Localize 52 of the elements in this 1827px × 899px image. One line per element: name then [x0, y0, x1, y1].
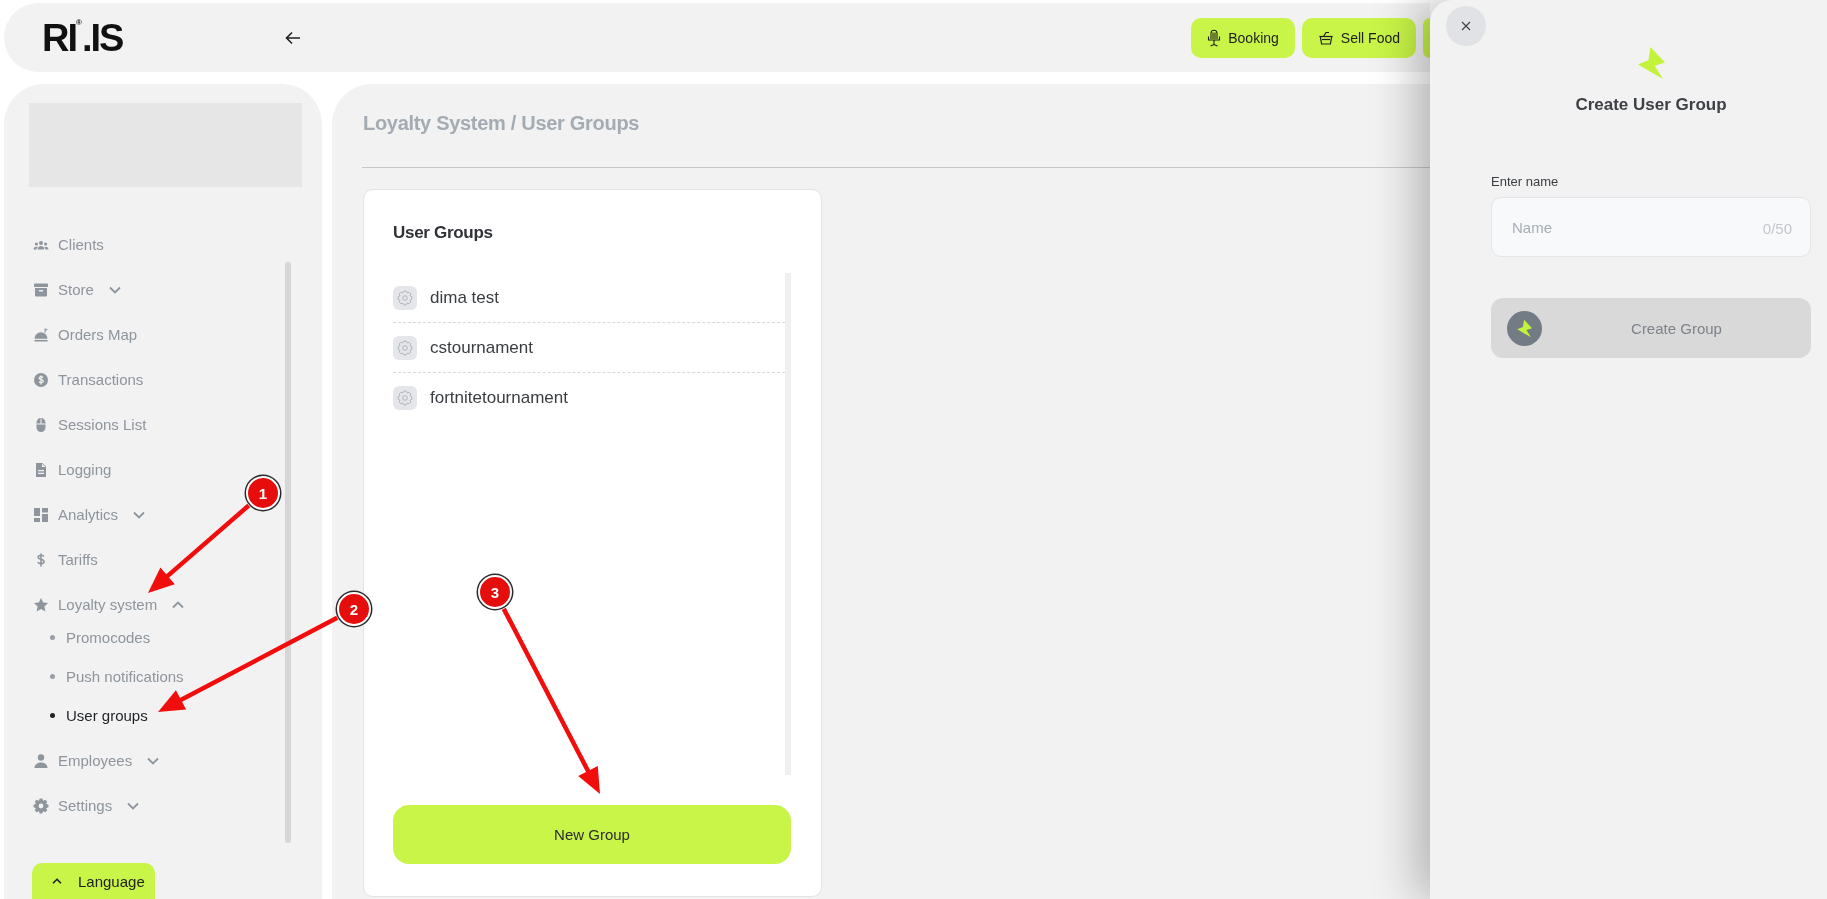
field-label: Enter name: [1491, 173, 1559, 190]
language-button[interactable]: Language: [32, 863, 155, 899]
sidebar-subitem[interactable]: User groups: [29, 696, 148, 735]
group-list-item[interactable]: cstournament: [393, 323, 785, 373]
cloche-icon: [33, 326, 49, 343]
bullet-icon: [50, 713, 55, 718]
page-breadcrumb: Loyalty System / User Groups: [363, 111, 640, 136]
sidebar-subitem[interactable]: Push notifications: [29, 657, 184, 696]
settings-icon: [33, 797, 49, 814]
close-icon: [1461, 21, 1471, 31]
star-icon: [33, 596, 49, 613]
gear-icon: [393, 335, 417, 360]
lightning-bolt-icon: [1637, 47, 1665, 79]
sidebar-item[interactable]: Settings: [29, 783, 140, 828]
back-arrow-icon[interactable]: [285, 30, 302, 45]
caret-up-icon: [52, 878, 62, 884]
sidebar-item[interactable]: Store: [29, 267, 121, 312]
basket-icon: [1317, 29, 1334, 46]
list-scrollbar[interactable]: [785, 273, 791, 775]
sidebar-item[interactable]: Analytics: [29, 492, 146, 537]
document-icon: [33, 461, 49, 478]
archive-box-icon: [33, 281, 49, 298]
close-button[interactable]: [1446, 6, 1486, 46]
card-title: User Groups: [393, 222, 493, 244]
bullet-icon: [50, 635, 55, 640]
gear-icon: [393, 285, 417, 310]
panel-title: Create User Group: [1575, 94, 1727, 116]
sidebar-scrollbar[interactable]: [285, 262, 291, 843]
annotation-marker: 1: [246, 476, 280, 510]
new-group-button[interactable]: New Group: [393, 805, 791, 864]
sidebar-item[interactable]: Clients: [29, 222, 104, 267]
dollar-coin-icon: [33, 371, 49, 388]
cut-off-button[interactable]: [1423, 17, 1430, 58]
sidebar-item[interactable]: Orders Map: [29, 312, 138, 357]
sidebar-item[interactable]: Logging: [29, 447, 112, 492]
sidebar-item[interactable]: Sessions List: [29, 402, 147, 447]
sidebar-item[interactable]: Employees: [29, 738, 160, 783]
gear-icon: [393, 386, 417, 410]
annotation-marker: 2: [337, 592, 371, 626]
toolbar-button[interactable]: Sell Food: [1301, 17, 1416, 58]
sidebar-item[interactable]: Tariffs: [29, 537, 98, 582]
person-icon: [33, 752, 49, 769]
sidebar-item[interactable]: Transactions: [29, 357, 144, 402]
dashboard-icon: [33, 506, 49, 523]
bullet-icon: [50, 674, 55, 679]
group-list-item[interactable]: dima test: [393, 273, 785, 323]
toolbar-button[interactable]: Booking: [1191, 17, 1295, 58]
chair-icon: [1207, 28, 1222, 47]
group-list-item[interactable]: fortnitetournament: [393, 373, 785, 423]
lightning-bolt-icon: [1507, 310, 1542, 346]
annotation-marker: 3: [478, 575, 512, 609]
brand-logo: RI$^{®}$.IS: [42, 18, 123, 57]
